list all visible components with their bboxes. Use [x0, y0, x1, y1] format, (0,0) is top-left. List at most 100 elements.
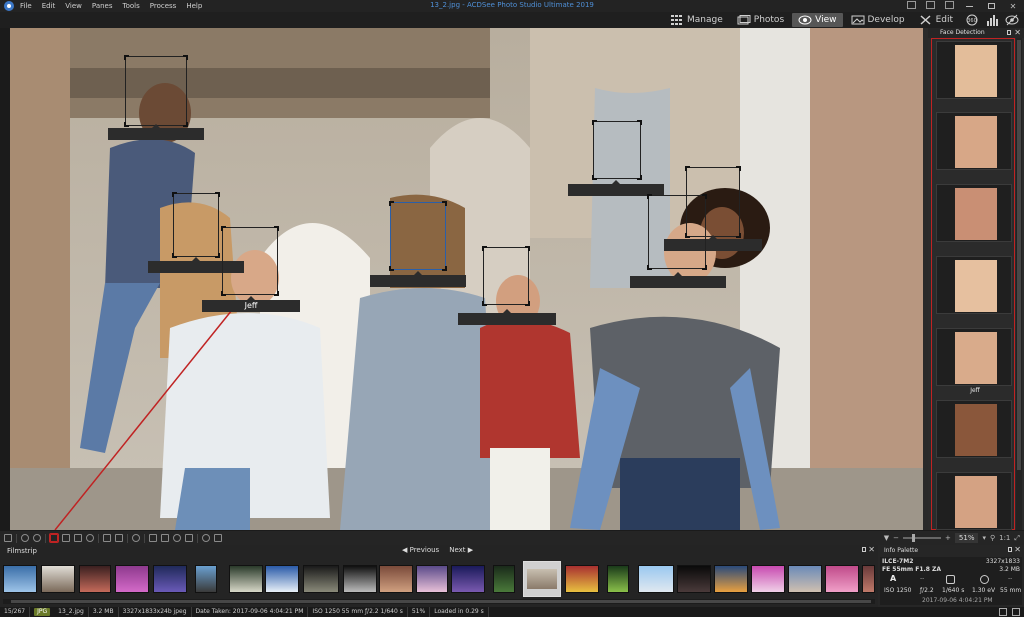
- save-icon[interactable]: [4, 534, 12, 542]
- next-button[interactable]: Next ▶: [449, 546, 473, 554]
- filmstrip-thumbnail[interactable]: [79, 565, 111, 593]
- scroll-thumb[interactable]: [1017, 40, 1021, 470]
- face-label-jeff[interactable]: Jeff: [202, 296, 300, 312]
- zoom-tool-icon[interactable]: [86, 534, 94, 542]
- tab-manage[interactable]: Manage: [664, 13, 729, 27]
- zoom-menu-icon[interactable]: ▾: [982, 534, 986, 542]
- face-thumbnail[interactable]: [936, 400, 1012, 458]
- filmstrip-thumbnail[interactable]: [862, 565, 875, 593]
- compare-icon[interactable]: [149, 534, 157, 542]
- zoom-value[interactable]: 51%: [954, 533, 979, 543]
- face-thumbnail-jeff[interactable]: Jeff: [936, 328, 1012, 394]
- image-viewer[interactable]: Jeff: [10, 28, 923, 530]
- filmstrip-thumbnail[interactable]: [714, 565, 748, 593]
- map-icon[interactable]: [999, 608, 1007, 616]
- face-label[interactable]: [630, 272, 726, 288]
- menu-view[interactable]: View: [65, 2, 82, 10]
- face-thumbnail[interactable]: [936, 256, 1012, 314]
- close-pane-button[interactable]: ✕: [868, 545, 875, 554]
- face-box[interactable]: [482, 246, 530, 306]
- filmstrip-thumbnail[interactable]: [41, 565, 75, 593]
- hand-tool-icon[interactable]: [62, 534, 70, 542]
- tab-photos[interactable]: Photos: [731, 13, 790, 27]
- pin-icon[interactable]: [1008, 547, 1012, 552]
- menu-help[interactable]: Help: [186, 2, 202, 10]
- fullscreen-icon[interactable]: [103, 534, 111, 542]
- pin-icon[interactable]: [862, 547, 866, 552]
- filmstrip-thumbnail[interactable]: [3, 565, 37, 593]
- face-thumbnail[interactable]: [936, 41, 1012, 99]
- face-thumbnail[interactable]: [936, 184, 1012, 242]
- zoom-slider-handle[interactable]: [912, 534, 916, 542]
- actions-icon[interactable]: [115, 534, 123, 542]
- face-box-selected[interactable]: [389, 201, 447, 271]
- tab-view[interactable]: View: [792, 13, 843, 27]
- minimize-button[interactable]: [958, 0, 980, 12]
- face-label[interactable]: [108, 124, 204, 140]
- zoom-in-icon[interactable]: +: [945, 534, 951, 542]
- filmstrip-thumbnail[interactable]: [153, 565, 187, 593]
- filmstrip-thumbnail[interactable]: [303, 565, 339, 593]
- face-pane-scrollbar[interactable]: [1016, 38, 1022, 530]
- share-icon[interactable]: [214, 534, 222, 542]
- magnifier-icon[interactable]: ⚲: [990, 534, 995, 542]
- filmstrip-thumbnail[interactable]: [825, 565, 859, 593]
- filmstrip-thumbnail[interactable]: [638, 565, 674, 593]
- acdsee-logo-icon[interactable]: [4, 1, 14, 11]
- face-label[interactable]: [458, 309, 556, 325]
- filmstrip-thumbnail[interactable]: [788, 565, 822, 593]
- face-box[interactable]: [592, 120, 642, 180]
- eye-slash-icon[interactable]: [1005, 14, 1019, 26]
- close-pane-button[interactable]: ✕: [1014, 545, 1021, 554]
- filmstrip-thumbnail[interactable]: [195, 565, 217, 593]
- filmstrip-thumbnail[interactable]: [416, 565, 448, 593]
- histogram-small-icon[interactable]: [161, 534, 169, 542]
- menu-edit[interactable]: Edit: [42, 2, 56, 10]
- filmstrip-thumbnail[interactable]: [607, 565, 629, 593]
- close-window-button[interactable]: ✕: [1002, 0, 1024, 12]
- zoom-dropdown-icon[interactable]: ▼: [884, 534, 889, 542]
- face-detection-icon[interactable]: [50, 534, 58, 542]
- filmstrip-thumbnail[interactable]: [677, 565, 711, 593]
- previous-button[interactable]: ◀ Previous: [402, 546, 439, 554]
- fit-icon[interactable]: ⤢: [1014, 534, 1020, 543]
- pin-icon[interactable]: [1007, 30, 1011, 35]
- layout-3-icon[interactable]: [945, 1, 954, 9]
- tools-icon[interactable]: [1012, 608, 1020, 616]
- layout-1-icon[interactable]: [907, 1, 916, 9]
- zoom-out-icon[interactable]: −: [893, 534, 899, 542]
- face-box[interactable]: [647, 194, 707, 270]
- face-thumbnail[interactable]: [936, 112, 1012, 170]
- face-box[interactable]: [124, 55, 188, 127]
- filmstrip-thumbnail[interactable]: [115, 565, 149, 593]
- filmstrip-thumbnail-selected[interactable]: [523, 561, 561, 597]
- zoom-slider[interactable]: [903, 534, 942, 542]
- color-icon[interactable]: [173, 534, 181, 542]
- menu-file[interactable]: File: [20, 2, 32, 10]
- layout-2-icon[interactable]: [926, 1, 935, 9]
- menu-process[interactable]: Process: [150, 2, 177, 10]
- filmstrip-thumbnail[interactable]: [451, 565, 485, 593]
- filmstrip-thumbnail[interactable]: [751, 565, 785, 593]
- filmstrip-thumbnail[interactable]: [565, 565, 599, 593]
- maximize-button[interactable]: [980, 0, 1002, 12]
- face-box[interactable]: [172, 192, 220, 258]
- slideshow-icon[interactable]: [185, 534, 193, 542]
- tab-develop[interactable]: Develop: [845, 13, 911, 27]
- face-box[interactable]: [221, 226, 279, 296]
- close-pane-button[interactable]: ✕: [1014, 28, 1021, 38]
- histogram-icon[interactable]: [985, 14, 999, 26]
- info-icon[interactable]: [202, 534, 210, 542]
- filmstrip-thumbnail[interactable]: [343, 565, 377, 593]
- filmstrip-scrollbar[interactable]: [3, 599, 875, 604]
- face-thumbnail[interactable]: [936, 472, 1012, 530]
- settings-icon[interactable]: [132, 534, 140, 542]
- select-tool-icon[interactable]: [74, 534, 82, 542]
- tab-edit[interactable]: Edit: [913, 13, 959, 27]
- filmstrip-thumbnail[interactable]: [493, 565, 515, 593]
- rotate-left-icon[interactable]: [21, 534, 29, 542]
- face-label[interactable]: [370, 271, 466, 287]
- rotate-right-icon[interactable]: [33, 534, 41, 542]
- filmstrip-thumbnail[interactable]: [379, 565, 413, 593]
- 360-icon[interactable]: 360: [965, 14, 979, 26]
